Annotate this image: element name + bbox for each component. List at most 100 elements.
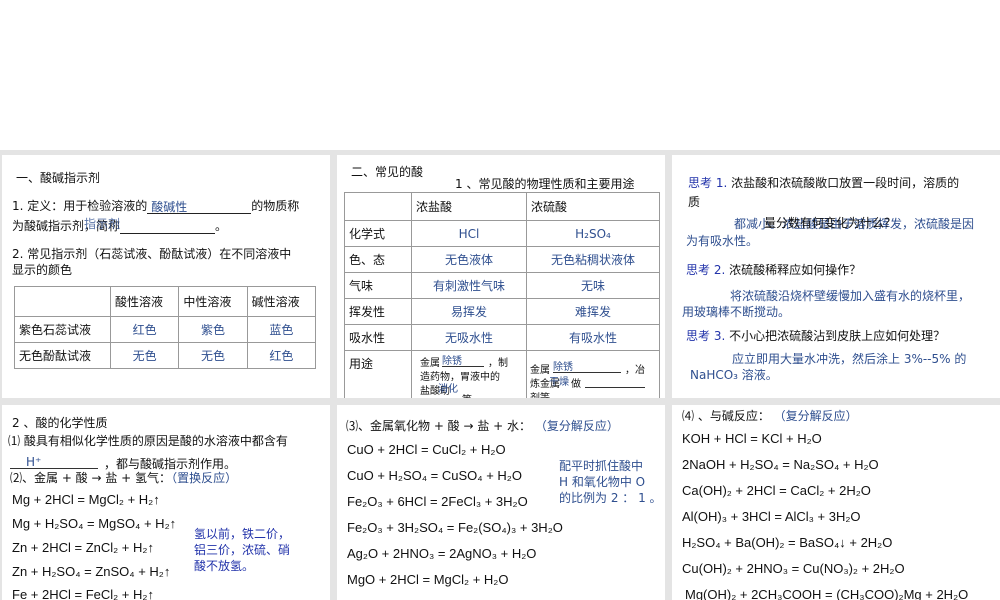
text: ⑷ 、与碱反应： [682,409,770,423]
note-text: 配平时抓住酸中 [559,459,644,473]
note-text: H 和氧化物中 O [559,475,646,489]
question-text: 显示的颜色 [12,263,73,277]
row-label: 紫色石蕊试液 [14,316,111,343]
cell: 无味 [526,272,660,299]
text: ，制 [488,358,508,369]
text: 等。 [462,391,482,398]
equation: Fe₂O₃ + 3H₂SO₄ = Fe₂(SO₄)₃ + 3H₂O [347,520,563,535]
section-title: 二、常见的酸 [351,165,424,179]
cell: 无色粘稠状液体 [526,246,660,273]
question-text: 不小心把浓硫酸沾到皮肤上应如何处理？ [729,329,946,343]
question-text: 浓硫酸稀释应如何操作？ [729,263,862,277]
question-label: 思考 3. [686,329,726,343]
text: 做 [571,379,581,390]
text: 金属 [530,365,550,376]
table-row: 气味 有刺激性气味 无味 [344,272,660,299]
equation: Ca(OH)₂ + 2HCl = CaCl₂ + 2H₂O [682,483,871,498]
cell: 易挥发 [411,298,527,325]
question-2: 思考 2. 浓硫酸稀释应如何操作？ [686,261,861,278]
reaction-type: （复分解反应） [534,419,619,433]
section-title: 2 、酸的化学性质 [12,416,108,430]
answer-text: NaHCO₃ 溶液。 [690,368,778,382]
cell: H₂SO₄ [526,220,660,247]
header-cell: 中性溶液 [178,286,248,317]
cell: 无吸水性 [411,324,527,351]
cell: 无色 [109,342,180,369]
reaction-heading: ⑵、金属 + 酸 → 盐 + 氢气：（置换反应） [10,469,237,486]
answer-blank [442,355,484,367]
answer-blank [420,393,460,398]
acid-properties-table: 浓盐酸 浓硫酸 化学式 HCl H₂SO₄ 色、态 无色液体 无色粘稠状液体 气味 有刺激性… [344,192,660,398]
cell: 无色 [178,342,248,369]
answer-blank [553,361,621,373]
row-label: 化学式 [344,220,412,247]
equation: Mg + 2HCl = MgCl₂ + H₂↑ [12,492,160,507]
answer-blank [10,455,98,469]
equation: 2NaOH + H₂SO₄ = Na₂SO₄ + H₂O [682,457,879,472]
equation: Ag₂O + 2HNO₃ = 2AgNO₃ + H₂O [347,546,537,561]
cell: HCl [411,220,527,247]
answer-text: 为有吸水性。 [686,234,759,248]
text: 的物质称 [251,199,300,213]
question-text: 浓盐酸和浓硫酸敞口放置一段时间，溶质的 [731,176,960,190]
use-cell-h2so4: 金属 除锈 ，冶 炼金属 干燥 做 剂等。 [526,350,660,398]
table-row: 化学式 HCl H₂SO₄ [344,220,660,247]
answer-blank: 酸碱性 [147,200,252,214]
header-cell [14,286,111,317]
cell: 无色液体 [411,246,527,273]
table-row: 用途 金属 除锈 ，制 造药物，胃液中的 盐酸助 消化 等。 金属 除锈 ，冶 … [344,350,660,398]
row-label: 气味 [344,272,412,299]
panel-base-reactions: ⑷ 、与碱反应： （复分解反应） KOH + HCl = KCl + H₂O 2… [672,405,1000,600]
panel-acid-chemical-properties: 2 、酸的化学性质 ⑴ 酸具有相似化学性质的原因是酸的水溶液中都含有 H⁺ ，都… [2,405,330,600]
header-cell: 浓盐酸 [411,192,527,221]
reaction-heading: ⑷ 、与碱反应： （复分解反应） [682,407,858,424]
row-label: 无色酚酞试液 [14,342,111,369]
equation: H₂SO₄ + Ba(OH)₂ = BaSO₄↓ + 2H₂O [682,535,893,550]
text: ⑶、金属氧化物 + 酸 → 盐 + 水： [346,419,532,433]
table-row: 色、态 无色液体 无色粘稠状液体 [344,246,660,273]
row-label: 吸水性 [344,324,412,351]
row-label: 色、态 [344,246,412,273]
subtitle: 1 、常见酸的物理性质和主要用途 [455,177,635,191]
table-row: 挥发性 易挥发 难挥发 [344,298,660,325]
question-label: 思考 2. [686,263,726,277]
reaction-heading: ⑶、金属氧化物 + 酸 → 盐 + 水： （复分解反应） [346,417,619,434]
table-header: 浓盐酸 浓硫酸 [344,192,660,221]
text: 剂等。 [530,389,560,398]
text: 1. 定义：用于检验溶液的 [12,199,148,213]
answer-text: 将浓硫酸沿烧杯壁缓慢加入盛有水的烧杯里， [730,289,971,303]
equation: Cu(OH)₂ + 2HNO₃ = Cu(NO₃)₂ + 2H₂O [682,561,905,576]
table-row: 吸水性 无吸水性 有吸水性 [344,324,660,351]
equation: Fe₂O₃ + 6HCl = 2FeCl₃ + 3H₂O [347,494,528,509]
equation: Mg + H₂SO₄ = MgSO₄ + H₂↑ [12,516,177,531]
reaction-type: （置换反应） [171,471,238,485]
note-text: 酸不放氢。 [194,559,255,573]
answer-blank [120,221,216,234]
equation: Zn + 2HCl = ZnCl₂ + H₂↑ [12,540,154,555]
equation: CuO + 2HCl = CuCl₂ + H₂O [347,442,506,457]
answer-text: 干燥 [549,377,569,388]
header-cell: 酸性溶液 [109,286,180,317]
cell: 红色 [246,342,317,369]
header-cell: 碱性溶液 [246,286,317,317]
panel-metal-oxide-reactions: ⑶、金属氧化物 + 酸 → 盐 + 水： （复分解反应） CuO + 2HCl … [337,405,665,600]
cell: 有吸水性 [526,324,660,351]
question-text: 2. 常见指示剂（石蕊试液、酚酞试液）在不同溶液中 [12,247,292,261]
question-label: 思考 1. [688,176,728,190]
cell: 难挥发 [526,298,660,325]
cell: 紫色 [178,316,248,343]
reaction-type: （复分解反应） [773,409,858,423]
row-label: 用途 [344,350,412,398]
header-cell: 浓硫酸 [526,192,660,221]
answer-text: 指示剂 [84,217,121,231]
panel-common-acids: 二、常见的酸 1 、常见酸的物理性质和主要用途 浓盐酸 浓硫酸 化学式 HCl H₂S… [337,155,665,398]
question-3: 思考 3. 不小心把浓硫酸沾到皮肤上应如何处理？ [686,327,945,344]
equation: Fe + 2HCl = FeCl₂ + H₂↑ [12,587,154,600]
panel-acid-base-indicators: 一、酸碱指示剂 1. 定义：用于检验溶液的 酸碱性 的物质称 为酸碱指示剂，简称。 … [2,155,330,398]
table-header: 酸性溶液 中性溶液 碱性溶液 [14,286,317,317]
equation: MgO + 2HCl = MgCl₂ + H₂O [347,572,509,587]
text: ，冶 [625,365,645,376]
cell: 有刺激性气味 [411,272,527,299]
answer-text: H⁺ [26,455,42,469]
table-row: 紫色石蕊试液 红色 紫色 蓝色 [14,316,317,343]
